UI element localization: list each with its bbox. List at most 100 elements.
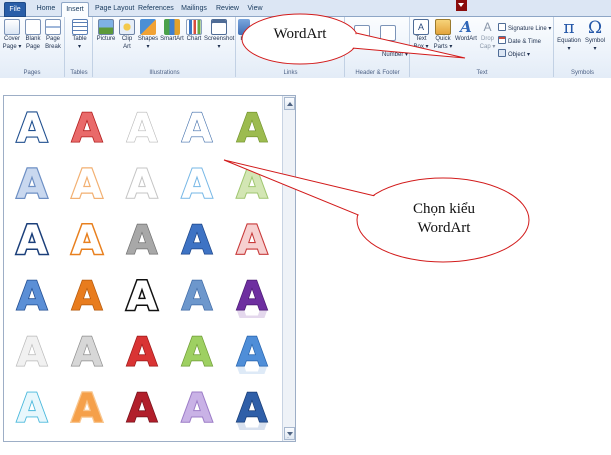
wordart-letter-icon: A [71, 329, 103, 374]
scroll-up-button[interactable] [284, 97, 295, 110]
blank-page-label-1: Blank [25, 36, 41, 42]
wordart-style-A-black-outline-white[interactable]: A [114, 267, 170, 323]
wordart-style-A-green-soft-outline[interactable]: A [224, 155, 280, 211]
wordart-style-A-blue-gradient[interactable]: A [169, 211, 225, 267]
text-box-button[interactable]: A Text Box ▾ [412, 19, 430, 51]
wordart-style-A-orange-solid[interactable]: A [59, 267, 115, 323]
wordart-style-A-fill-olive-gradient[interactable]: A [224, 99, 280, 155]
quick-parts-button[interactable]: Quick Parts ▾ [432, 19, 454, 51]
wordart-style-A-orange-glow[interactable]: A [59, 379, 115, 435]
svg-text:A: A [17, 162, 48, 206]
wordart-style-A-gray-soft-outline[interactable]: A [114, 155, 170, 211]
svg-text:A: A [127, 386, 158, 430]
signature-line-button[interactable]: Signature Line ▾ [498, 23, 551, 34]
svg-text:A: A [17, 106, 48, 150]
wordart-letter-icon: A [15, 217, 49, 263]
symbol-button[interactable]: Ω Symbol ▾ [583, 19, 607, 53]
wordart-style-A-navy-double-outline[interactable]: A [4, 211, 60, 267]
clip-art-button[interactable]: Clip Art [119, 19, 135, 51]
header-footer-page-icon-button[interactable] [354, 25, 370, 41]
shapes-button[interactable]: Shapes ▾ [137, 19, 159, 51]
wordart-style-A-crimson-gradient[interactable]: A [114, 379, 170, 435]
omega-icon: Ω [587, 18, 603, 38]
smartart-button[interactable]: SmartArt [160, 19, 184, 43]
symbol-label-1: Symbol [584, 38, 605, 44]
object-button[interactable]: Object ▾ [498, 49, 530, 60]
drop-cap-button[interactable]: A Drop Cap ▾ [479, 19, 496, 51]
picture-button[interactable]: Picture [95, 19, 117, 43]
blank-page-button[interactable]: Blank Page [24, 19, 42, 51]
wordart-style-A-purple-reflection[interactable]: AA [224, 267, 280, 323]
wordart-style-A-orange-soft-outline[interactable]: A [59, 155, 115, 211]
text-box-label-1: Text [415, 36, 427, 42]
resize-grip-icon[interactable]: ⋰ [286, 432, 294, 440]
tab-insert[interactable]: Insert [61, 2, 89, 17]
equation-button[interactable]: π Equation ▾ [556, 19, 582, 53]
tab-view[interactable]: View [243, 2, 267, 17]
svg-text:A: A [182, 106, 213, 150]
drop-cap-label-1: Drop [480, 36, 494, 42]
wordart-style-A-silver-metal[interactable]: A [59, 323, 115, 379]
svg-text:A: A [127, 330, 158, 374]
wordart-style-A-fill-red-accent[interactable]: A [59, 99, 115, 155]
chart-button[interactable]: Chart [185, 19, 203, 43]
wordart-style-A-blue-reflection[interactable]: AA [224, 323, 280, 379]
header-footer-page-icon [354, 25, 370, 41]
tab-home[interactable]: Home [33, 2, 59, 17]
cover-page-button[interactable]: Cover Page ▾ [2, 19, 22, 51]
page-number-icon-button[interactable] [380, 25, 396, 41]
wordart-style-A-blue-bevel[interactable]: A [4, 267, 60, 323]
date-time-button[interactable]: Date & Time [498, 36, 541, 47]
signature-line-icon [498, 23, 506, 31]
gallery-scrollbar[interactable] [282, 96, 295, 441]
svg-text:A: A [17, 218, 48, 262]
tab-mailings[interactable]: Mailings [177, 2, 211, 17]
wordart-button[interactable]: A WordArt [454, 19, 478, 43]
wordart-style-A-lavender-glow[interactable]: A [169, 379, 225, 435]
tab-review[interactable]: Review [213, 2, 241, 17]
date-time-icon [498, 36, 506, 44]
wordart-style-A-red-outline-pink[interactable]: A [224, 211, 280, 267]
tab-references[interactable]: References [135, 2, 175, 17]
wordart-letter-icon: A [16, 273, 49, 318]
wordart-style-A-red-bevel[interactable]: A [114, 323, 170, 379]
group-symbols: π Equation ▾ Ω Symbol ▾ Symbols [555, 17, 610, 77]
drop-cap-icon: A [483, 20, 492, 34]
svg-text:A: A [182, 386, 213, 430]
blank-page-label-2: Page [25, 44, 40, 50]
tab-page-layout[interactable]: Page Layout [92, 2, 134, 17]
svg-text:A: A [72, 274, 103, 318]
page-break-button[interactable]: Page Break [44, 19, 62, 51]
group-tables: Table ▾ Tables [66, 17, 93, 77]
wordart-style-A-fill-white-outline-light[interactable]: A [114, 99, 170, 155]
wordart-letter-icon: A [181, 217, 213, 262]
wordart-style-A-gray-gradient[interactable]: A [114, 211, 170, 267]
wordart-style-A-green-bevel[interactable]: A [169, 323, 225, 379]
wordart-letter-icon: A [15, 105, 48, 150]
object-label: Object ▾ [508, 52, 531, 58]
tab-file[interactable]: File [4, 2, 26, 17]
equation-label-1: Equation [557, 38, 581, 44]
screenshot-icon [211, 19, 227, 35]
wordart-style-A-lightblue-soft-outline[interactable]: A [169, 155, 225, 211]
svg-text:A: A [182, 330, 213, 374]
quick-parts-label-2: Parts ▾ [433, 44, 453, 50]
screenshot-button[interactable]: Screenshot ▾ [204, 19, 234, 51]
expand-ribbon-button[interactable] [456, 0, 467, 11]
table-button[interactable]: Table ▾ [70, 19, 89, 51]
group-symbols-label: Symbols [570, 70, 594, 76]
wordart-style-A-silver-light[interactable]: A [4, 323, 60, 379]
wordart-letter-icon: A [181, 105, 213, 150]
wordart-style-A-fill-white-outline-blue-thin[interactable]: A [169, 99, 225, 155]
wordart-letter-icon: A [181, 385, 214, 430]
wordart-style-A-navy-reflection[interactable]: AA [224, 379, 280, 435]
wordart-style-A-fill-white-outline-blue[interactable]: A [4, 99, 60, 155]
quick-parts-label-1: Quick [435, 36, 451, 42]
svg-text:A: A [127, 218, 158, 262]
page-number-button[interactable]: Number ▾ [382, 51, 408, 60]
wordart-style-A-orange-double-outline[interactable]: A [59, 211, 115, 267]
svg-text:A: A [182, 218, 213, 262]
wordart-style-A-cyan-outline[interactable]: A [4, 379, 60, 435]
wordart-style-A-steel-blue[interactable]: A [169, 267, 225, 323]
wordart-style-A-blue-soft-outline[interactable]: A [4, 155, 60, 211]
